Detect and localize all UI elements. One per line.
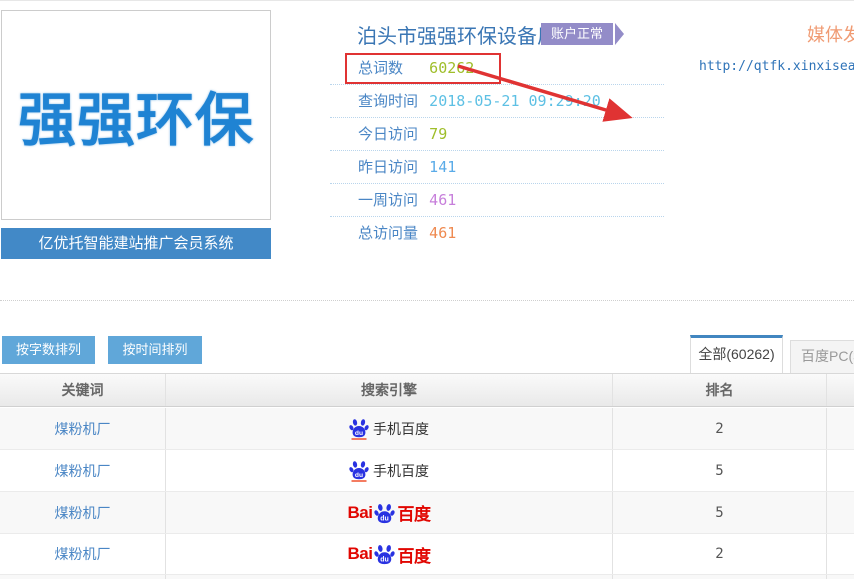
stat-value: 461 xyxy=(429,191,456,209)
svg-text:du: du xyxy=(381,557,390,564)
baidu-pc-logo: Bai du 百度 xyxy=(348,500,431,525)
sort-by-wordcount-button[interactable]: 按字数排列 xyxy=(2,336,95,364)
rank-value: 5 xyxy=(715,505,723,521)
engine-mobile-baidu: du 手机百度 xyxy=(349,417,429,440)
stat-label: 一周访问 xyxy=(358,184,425,217)
column-header-extra xyxy=(827,374,854,406)
baidu-paw-icon: du xyxy=(349,417,369,440)
stat-value: 79 xyxy=(429,125,447,143)
column-header-keyword: 关键词 xyxy=(0,374,166,406)
stat-today-visits: 今日访问 79 xyxy=(330,118,664,151)
tab-baidu-pc[interactable]: 百度PC(30 xyxy=(790,340,854,373)
engine-mobile-baidu: du 手机百度 xyxy=(349,459,429,482)
keyword-link[interactable]: 煤粉机厂 xyxy=(55,461,111,481)
media-section-heading: 媒体发 xyxy=(807,21,854,47)
stat-yesterday-visits: 昨日访问 141 xyxy=(330,151,664,184)
stat-value: 461 xyxy=(429,224,456,242)
svg-text:du: du xyxy=(381,515,390,522)
keyword-link[interactable]: 煤粉机厂 xyxy=(55,503,111,523)
stat-value: 2018-05-21 09:29:20 xyxy=(429,92,601,110)
rank-value: 2 xyxy=(715,546,723,562)
annotation-highlight-box xyxy=(345,53,501,84)
baidu-logo-bai: Bai xyxy=(348,544,373,564)
svg-text:du: du xyxy=(355,430,363,437)
stat-label: 今日访问 xyxy=(358,118,425,151)
baidu-logo-cn: 百度 xyxy=(397,542,430,567)
system-name-banner: 亿优托智能建站推广会员系统 xyxy=(1,228,271,259)
company-logo: 强强环保 xyxy=(1,10,271,220)
engine-label: 手机百度 xyxy=(373,419,429,439)
rank-value: 5 xyxy=(715,463,723,479)
baidu-paw-icon: du xyxy=(374,543,395,565)
column-header-engine: 搜索引擎 xyxy=(166,374,613,406)
stat-label: 总访问量 xyxy=(358,217,425,250)
page-title: 泊头市强强环保设备厂 xyxy=(357,20,557,49)
stat-label: 查询时间 xyxy=(358,85,425,118)
keyword-link[interactable]: 煤粉机厂 xyxy=(55,419,111,439)
svg-text:du: du xyxy=(355,472,363,479)
table-row: 煤粉机厂 Bai du 百度 xyxy=(0,534,854,575)
site-url-link[interactable]: http://qtfk.xinxisea. xyxy=(699,59,854,74)
partial-table-row xyxy=(0,575,854,579)
rank-value: 2 xyxy=(715,421,723,437)
baidu-paw-icon: du xyxy=(349,459,369,482)
table-row: 煤粉机厂 Bai du 百度 xyxy=(0,492,854,534)
table-row: 煤粉机厂 du 手机百度 xyxy=(0,450,854,492)
stat-week-visits: 一周访问 461 xyxy=(330,184,664,217)
stat-total-visits: 总访问量 461 xyxy=(330,217,664,250)
sort-by-time-button[interactable]: 按时间排列 xyxy=(108,336,202,364)
column-header-rank: 排名 xyxy=(613,374,827,406)
baidu-pc-logo: Bai du 百度 xyxy=(348,542,431,567)
keyword-table: 煤粉机厂 du 手机百度 xyxy=(0,408,854,575)
baidu-paw-icon: du xyxy=(374,502,395,524)
stat-label: 昨日访问 xyxy=(358,151,425,184)
keyword-dashboard: 强强环保 亿优托智能建站推广会员系统 泊头市强强环保设备厂 账户正常 总词数 6… xyxy=(0,0,854,579)
table-header: 关键词 搜索引擎 排名 xyxy=(0,373,854,407)
engine-label: 手机百度 xyxy=(373,461,429,481)
baidu-logo-cn: 百度 xyxy=(397,500,430,525)
tab-all[interactable]: 全部(60262) xyxy=(690,335,783,373)
account-status-badge: 账户正常 xyxy=(541,23,613,45)
section-divider xyxy=(0,300,854,301)
logo-text: 强强环保 xyxy=(18,73,254,157)
stat-query-time: 查询时间 2018-05-21 09:29:20 xyxy=(330,85,664,118)
stat-value: 141 xyxy=(429,158,456,176)
baidu-logo-bai: Bai xyxy=(348,503,373,523)
keyword-link[interactable]: 煤粉机厂 xyxy=(55,544,111,564)
top-divider xyxy=(0,0,854,1)
table-row: 煤粉机厂 du 手机百度 xyxy=(0,408,854,450)
